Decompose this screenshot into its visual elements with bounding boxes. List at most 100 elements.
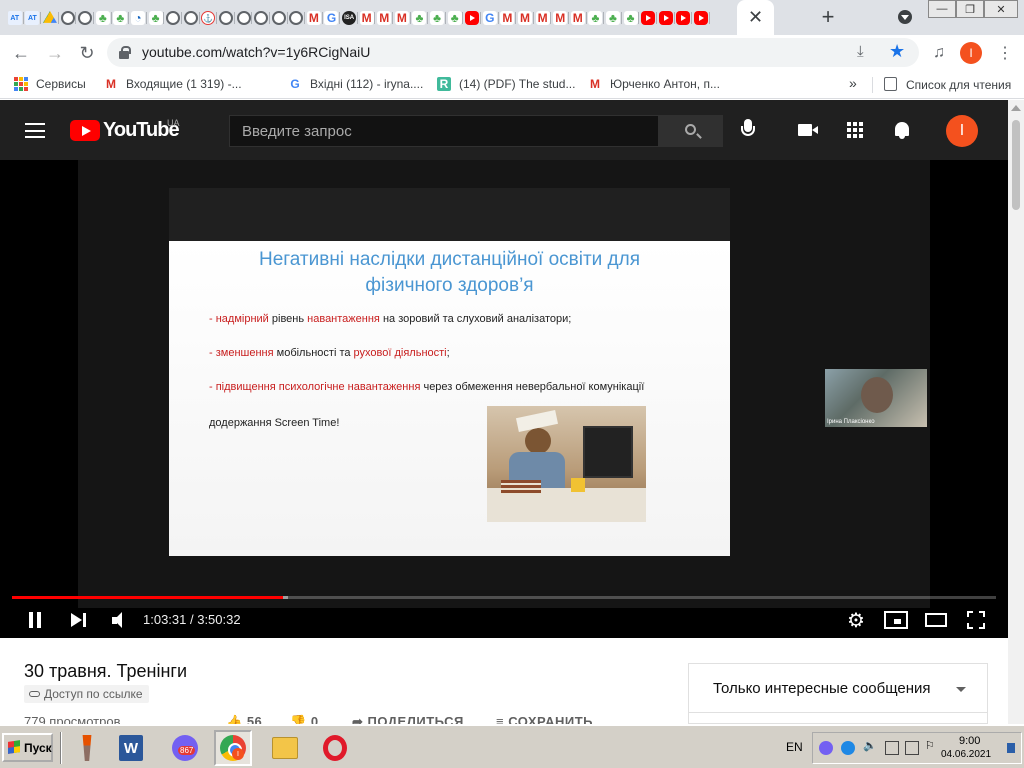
browser-tab[interactable]: M xyxy=(499,7,517,29)
start-button[interactable]: Пуск xyxy=(2,733,53,762)
more-menu-icon[interactable]: ⋮ xyxy=(992,40,1018,66)
browser-tab[interactable]: ♣ xyxy=(411,7,429,29)
theater-mode-icon[interactable] xyxy=(924,608,948,632)
page-scrollbar[interactable] xyxy=(1008,100,1024,724)
minimize-button[interactable]: — xyxy=(928,0,956,18)
new-tab-button[interactable]: + xyxy=(816,4,840,30)
bookmark-item[interactable]: G Вхідні (112) - iryna.... xyxy=(288,77,423,91)
browser-tab[interactable] xyxy=(639,7,657,29)
browser-tab[interactable]: ◔ xyxy=(129,7,147,29)
browser-tab[interactable] xyxy=(164,7,182,29)
hamburger-menu-icon[interactable] xyxy=(25,123,45,138)
language-indicator[interactable]: EN xyxy=(786,740,803,754)
browser-tab[interactable]: G xyxy=(481,7,499,29)
lock-icon[interactable] xyxy=(119,46,131,59)
bookmark-item[interactable]: R (14) (PDF) The stud... xyxy=(437,77,575,91)
tab-search-button[interactable] xyxy=(895,7,915,27)
viber-app-icon[interactable]: 867 xyxy=(166,730,204,766)
browser-tab[interactable] xyxy=(41,7,59,29)
bookmark-item[interactable]: Сервисы xyxy=(14,77,86,91)
scroll-up-arrow-icon[interactable] xyxy=(1011,105,1021,111)
fullscreen-icon[interactable] xyxy=(964,608,988,632)
clock-time[interactable]: 9:00 xyxy=(959,735,980,747)
pause-icon[interactable] xyxy=(23,608,47,632)
browser-tab[interactable] xyxy=(59,7,77,29)
caret-down-icon[interactable] xyxy=(956,687,966,692)
browser-tab[interactable] xyxy=(657,7,675,29)
volume-tray-icon[interactable]: 🔈 xyxy=(863,739,877,753)
bookmark-star-icon[interactable]: ★ xyxy=(889,41,905,62)
account-avatar[interactable]: I xyxy=(946,115,978,147)
browser-tab[interactable] xyxy=(463,7,481,29)
address-bar[interactable]: youtube.com/watch?v=1y6RCigNaiU ⤓ ★ xyxy=(107,38,919,67)
browser-tab[interactable]: AT xyxy=(6,7,24,29)
browser-tab[interactable] xyxy=(217,7,235,29)
scrollbar-thumb[interactable] xyxy=(1012,120,1020,210)
teamviewer-tray-icon[interactable] xyxy=(841,741,855,755)
browser-tab[interactable]: M xyxy=(305,7,323,29)
active-tab[interactable]: ✕ xyxy=(737,0,774,35)
network-tray-icon[interactable] xyxy=(885,741,899,755)
reading-list-label[interactable]: Список для чтения xyxy=(906,78,1011,92)
opera-app-icon[interactable] xyxy=(316,730,354,766)
next-video-icon[interactable] xyxy=(66,608,90,632)
browser-tab[interactable]: M xyxy=(358,7,376,29)
youtube-apps-icon[interactable] xyxy=(847,122,863,138)
clock-date[interactable]: 04.06.2021 xyxy=(941,749,991,760)
search-field[interactable]: Введите запрос xyxy=(229,115,659,147)
microphone-icon[interactable] xyxy=(738,119,758,143)
browser-tab[interactable] xyxy=(675,7,693,29)
forward-arrow-icon[interactable]: → xyxy=(42,40,68,66)
search-button[interactable] xyxy=(659,115,723,147)
create-video-icon[interactable] xyxy=(798,124,818,136)
browser-tab[interactable] xyxy=(76,7,94,29)
word-app-icon[interactable]: W xyxy=(112,730,150,766)
browser-tab[interactable]: M xyxy=(393,7,411,29)
media-controls-icon[interactable]: ♫ xyxy=(926,40,952,66)
show-desktop-icon[interactable] xyxy=(1007,743,1015,753)
browser-tab[interactable]: ♣ xyxy=(604,7,622,29)
settings-gear-icon[interactable]: ⚙ xyxy=(844,608,868,632)
browser-tab[interactable]: ♣ xyxy=(147,7,165,29)
browser-tab[interactable]: ♣ xyxy=(428,7,446,29)
more-bookmarks-button[interactable]: » xyxy=(849,75,857,91)
browser-tab[interactable] xyxy=(182,7,200,29)
profile-avatar[interactable]: I xyxy=(960,42,982,64)
reading-list-icon[interactable] xyxy=(884,77,897,91)
search-input[interactable]: Введите запрос xyxy=(242,123,352,140)
browser-tab[interactable]: M xyxy=(569,7,587,29)
browser-tab[interactable]: ♣ xyxy=(94,7,112,29)
volume-icon[interactable] xyxy=(105,608,129,632)
file-explorer-icon[interactable] xyxy=(266,730,304,766)
browser-tab[interactable]: ♣ xyxy=(446,7,464,29)
notifications-bell-icon[interactable] xyxy=(894,120,912,140)
browser-tab[interactable] xyxy=(235,7,253,29)
browser-tab[interactable]: ♣ xyxy=(112,7,130,29)
browser-tab[interactable]: ♣ xyxy=(622,7,640,29)
close-window-button[interactable]: ✕ xyxy=(984,0,1018,18)
back-arrow-icon[interactable]: ← xyxy=(8,40,34,66)
browser-tab[interactable]: G xyxy=(323,7,341,29)
youtube-logo[interactable]: YouTube xyxy=(70,119,180,142)
url-text[interactable]: youtube.com/watch?v=1y6RCigNaiU xyxy=(142,44,370,60)
video-player[interactable]: Негативні наслідки дистанційної освіти д… xyxy=(0,160,1008,638)
restore-button[interactable]: ❐ xyxy=(956,0,984,18)
browser-tab[interactable] xyxy=(692,7,710,29)
browser-tab[interactable]: ♣ xyxy=(587,7,605,29)
torch-app-icon[interactable] xyxy=(68,730,106,766)
browser-tab[interactable]: M xyxy=(375,7,393,29)
viber-tray-icon[interactable] xyxy=(819,741,833,755)
bookmark-item[interactable]: M Входящие (1 319) -... xyxy=(104,77,242,91)
close-tab-icon[interactable]: ✕ xyxy=(748,7,763,28)
browser-tab[interactable]: M xyxy=(534,7,552,29)
miniplayer-icon[interactable] xyxy=(884,608,908,632)
browser-tab[interactable]: M xyxy=(551,7,569,29)
browser-tab[interactable] xyxy=(270,7,288,29)
browser-tab[interactable]: ISA xyxy=(340,7,358,29)
reload-icon[interactable]: ↻ xyxy=(74,40,100,66)
browser-tab[interactable]: AT xyxy=(24,7,42,29)
display-tray-icon[interactable] xyxy=(905,741,919,755)
browser-tab[interactable] xyxy=(252,7,270,29)
chat-filter-dropdown[interactable]: Только интересные сообщения xyxy=(713,680,931,697)
chrome-app-icon[interactable]: I xyxy=(214,730,252,766)
